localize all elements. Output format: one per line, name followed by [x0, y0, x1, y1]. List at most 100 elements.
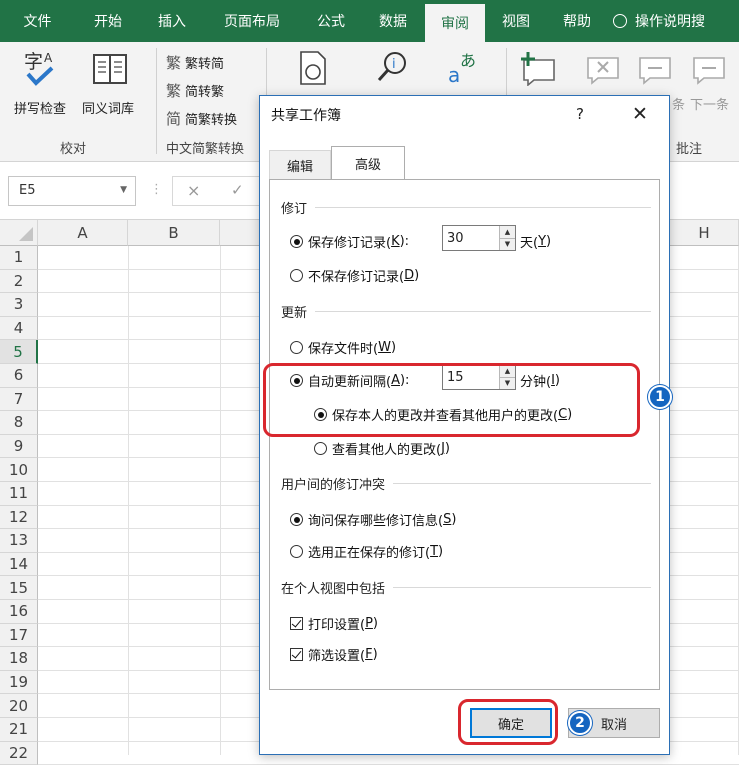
when-saved-radio[interactable]: [290, 341, 303, 354]
spinner-up-icon[interactable]: ▲: [500, 226, 515, 238]
row-header[interactable]: 11: [0, 482, 38, 506]
keep-history-radio[interactable]: [290, 235, 303, 248]
row-header[interactable]: 8: [0, 411, 38, 435]
changes-saved-win-option[interactable]: 选用正在保存的修订(T): [290, 542, 443, 561]
previous-comment-icon[interactable]: [636, 50, 676, 86]
row-header[interactable]: 16: [0, 600, 38, 624]
spinner-down-icon[interactable]: ▼: [500, 237, 515, 250]
simplified-icon: 繁: [166, 82, 182, 100]
row-header[interactable]: 20: [0, 694, 38, 718]
chevron-down-icon[interactable]: ▼: [120, 185, 127, 195]
workbook-statistics-icon[interactable]: [298, 50, 328, 86]
auto-update-option[interactable]: 自动更新间隔(A):: [290, 371, 409, 390]
row-header[interactable]: 2: [0, 269, 38, 294]
spinner-buttons: ▲ ▼: [499, 226, 515, 250]
tab-home[interactable]: 开始: [75, 0, 141, 42]
row-header[interactable]: 10: [0, 458, 38, 482]
tab-formulas[interactable]: 公式: [301, 0, 361, 42]
spelling-button[interactable]: 字 A 拼写检查: [14, 48, 68, 138]
name-box[interactable]: E5 ▼: [8, 176, 136, 206]
row-header[interactable]: 17: [0, 623, 38, 648]
row-header[interactable]: 5: [0, 340, 38, 364]
changes-saved-win-label: 选用正在保存的修订(: [308, 546, 431, 561]
row-header[interactable]: 3: [0, 293, 38, 317]
update-minutes-value[interactable]: 15: [443, 370, 499, 385]
convert-label: 简繁转换: [185, 113, 238, 128]
row-header[interactable]: 12: [0, 505, 38, 530]
no-history-radio[interactable]: [290, 269, 303, 282]
tab-review[interactable]: 审阅: [425, 4, 485, 42]
ask-me-label-end: ): [451, 512, 457, 527]
auto-update-radio[interactable]: [290, 374, 303, 387]
row-header[interactable]: 19: [0, 670, 38, 695]
dialog-title-bar[interactable]: 共享工作簿: [260, 96, 669, 134]
ok-button[interactable]: 确定: [470, 708, 552, 738]
filter-settings-label-end: ): [372, 647, 378, 662]
history-days-value[interactable]: 30: [443, 231, 499, 246]
filter-settings-option[interactable]: 筛选设置(F): [290, 645, 378, 664]
translate-icon[interactable]: a あ: [446, 48, 482, 88]
tab-help[interactable]: 帮助: [547, 0, 607, 42]
previous-comment-label[interactable]: 条: [672, 94, 685, 113]
select-all-corner[interactable]: [0, 220, 38, 246]
print-settings-option[interactable]: 打印设置(P): [290, 614, 378, 633]
minutes-unit-label: 分钟(I): [520, 371, 560, 390]
spinner-up-icon[interactable]: ▲: [500, 365, 515, 377]
tab-page-layout[interactable]: 页面布局: [203, 0, 301, 42]
row-header[interactable]: 7: [0, 387, 38, 412]
spinner-down-icon[interactable]: ▼: [500, 376, 515, 389]
tab-editing[interactable]: 编辑: [269, 150, 331, 180]
to-traditional-button[interactable]: 繁 繁转简: [166, 52, 224, 73]
delete-comment-icon[interactable]: [584, 50, 624, 86]
auto-update-label-end: ):: [399, 373, 410, 388]
no-history-option[interactable]: 不保存修订记录(D): [290, 266, 419, 285]
tab-insert[interactable]: 插入: [141, 0, 203, 42]
close-icon[interactable]: ✕: [632, 103, 648, 125]
translate-b-text: あ: [460, 51, 476, 70]
help-button[interactable]: ?: [576, 105, 584, 123]
row-header[interactable]: 6: [0, 364, 38, 388]
just-see-option[interactable]: 查看其他人的更改(J): [314, 439, 450, 458]
save-mine-option[interactable]: 保存本人的更改并查看其他用户的更改(C): [314, 405, 572, 424]
row-header[interactable]: 4: [0, 316, 38, 341]
tab-view[interactable]: 视图: [485, 0, 547, 42]
column-header-a[interactable]: A: [38, 220, 128, 246]
update-minutes-spinner[interactable]: 15 ▲ ▼: [442, 364, 516, 390]
column-header-h[interactable]: H: [670, 220, 739, 246]
cancel-entry-icon[interactable]: ×: [187, 181, 200, 200]
to-simplified-button[interactable]: 繁 简转繁: [166, 80, 224, 101]
row-header[interactable]: 18: [0, 647, 38, 671]
row-header[interactable]: 1: [0, 246, 38, 270]
next-comment-label[interactable]: 下一条: [690, 94, 729, 113]
tab-advanced[interactable]: 高级: [331, 146, 405, 180]
row-header[interactable]: 14: [0, 552, 38, 577]
ask-me-label: 询问保存哪些修订信息(: [308, 514, 444, 529]
row-header[interactable]: 21: [0, 718, 38, 742]
confirm-entry-icon[interactable]: ✓: [231, 181, 244, 199]
new-comment-icon[interactable]: [518, 50, 558, 86]
smart-lookup-icon[interactable]: i: [376, 50, 410, 86]
keep-history-option[interactable]: 保存修订记录(K):: [290, 232, 409, 251]
filter-settings-checkbox[interactable]: [290, 648, 303, 661]
column-header-c[interactable]: [220, 220, 260, 246]
save-mine-radio[interactable]: [314, 408, 327, 421]
when-saved-option[interactable]: 保存文件时(W): [290, 338, 396, 357]
just-see-radio[interactable]: [314, 442, 327, 455]
row-header[interactable]: 22: [0, 741, 38, 765]
thesaurus-label: 同义词库: [82, 102, 135, 117]
changes-saved-win-radio[interactable]: [290, 545, 303, 558]
row-header[interactable]: 13: [0, 529, 38, 553]
thesaurus-button[interactable]: 同义词库: [80, 48, 144, 138]
row-header[interactable]: 9: [0, 434, 38, 459]
tab-data[interactable]: 数据: [361, 0, 425, 42]
tell-me-search[interactable]: 操作说明搜: [607, 0, 739, 42]
ask-me-option[interactable]: 询问保存哪些修订信息(S): [290, 510, 456, 529]
ask-me-radio[interactable]: [290, 513, 303, 526]
history-days-spinner[interactable]: 30 ▲ ▼: [442, 225, 516, 251]
column-header-b[interactable]: B: [128, 220, 220, 246]
tab-file[interactable]: 文件: [0, 0, 75, 42]
print-settings-checkbox[interactable]: [290, 617, 303, 630]
row-header[interactable]: 15: [0, 576, 38, 600]
convert-button[interactable]: 简 简繁转换: [166, 108, 237, 129]
next-comment-icon[interactable]: [690, 50, 730, 86]
